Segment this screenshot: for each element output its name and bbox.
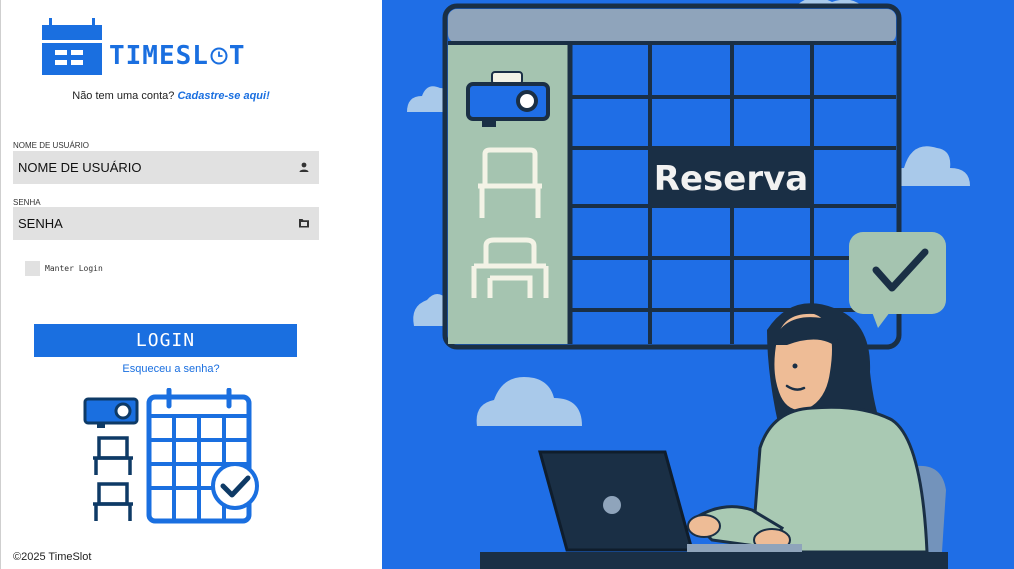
copyright-text: ©2025 TimeSlot	[13, 551, 92, 563]
schedule-board: Reserva	[442, 3, 902, 350]
folder-icon	[299, 219, 309, 228]
password-field	[13, 207, 319, 240]
desk	[480, 552, 948, 569]
remember-login[interactable]: Manter Login	[25, 261, 103, 276]
hero-illustration: Reserva	[407, 0, 970, 569]
signup-text: Não tem uma conta?	[72, 90, 175, 102]
password-input[interactable]	[18, 207, 288, 240]
app-logo: TIMESL T	[41, 18, 246, 76]
clock-icon	[210, 47, 228, 65]
remember-checkbox[interactable]	[25, 261, 40, 276]
signup-link[interactable]: Cadastre-se aqui!	[177, 90, 269, 102]
brand-name: TIMESL T	[109, 41, 246, 71]
reserva-label: Reserva	[654, 159, 808, 199]
chair-icon	[93, 436, 133, 475]
chair-icon	[93, 482, 133, 521]
signup-prompt: Não tem uma conta? Cadastre-se aqui!	[1, 90, 341, 102]
username-field	[13, 151, 319, 184]
check-bubble-icon	[849, 232, 946, 328]
forgot-password-link[interactable]: Esqueceu a senha?	[1, 363, 341, 375]
calendar-logo-icon	[42, 18, 102, 75]
login-button[interactable]: LOGIN	[34, 324, 297, 357]
password-label: SENHA	[13, 198, 41, 207]
login-panel: TIMESL T Não tem uma conta? Cadastre-se …	[0, 0, 382, 569]
reservation-illustration	[83, 388, 259, 524]
hero-panel: Reserva	[382, 0, 1014, 569]
username-input[interactable]	[18, 151, 288, 184]
brand-name-part1: TIMESL	[109, 41, 209, 71]
user-icon	[299, 162, 309, 172]
cloud	[476, 376, 582, 426]
username-label: NOME DE USUÁRIO	[13, 141, 90, 150]
projector-icon	[83, 397, 139, 428]
checkmark-badge-icon	[211, 462, 259, 510]
remember-label: Manter Login	[45, 264, 103, 273]
brand-name-part2: T	[228, 41, 246, 71]
